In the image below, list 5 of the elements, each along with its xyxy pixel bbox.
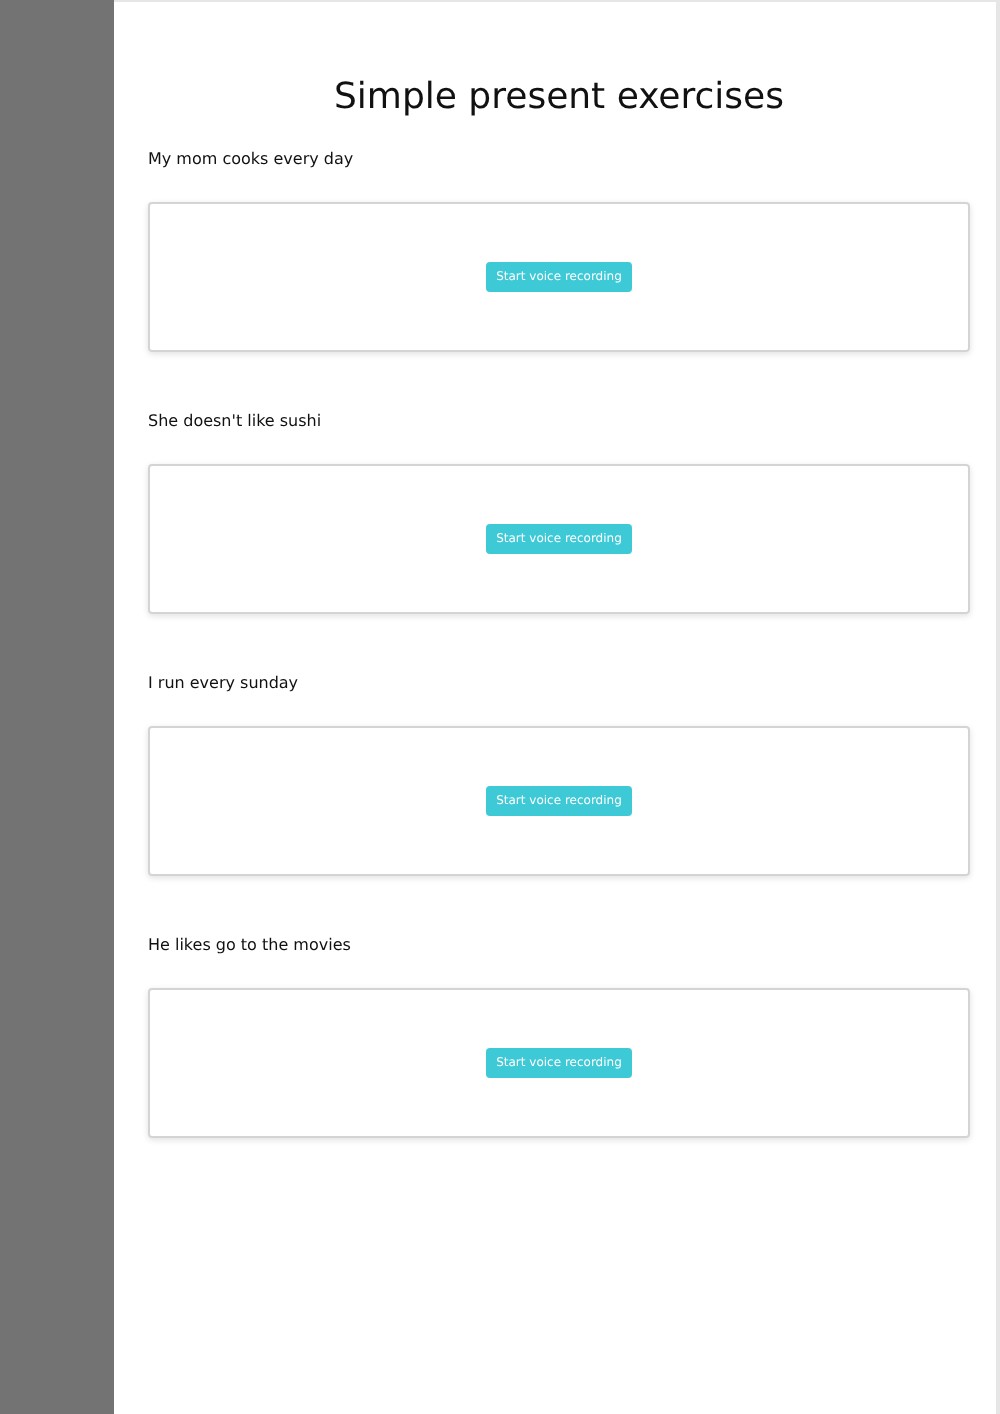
exercise-prompt: My mom cooks every day — [148, 148, 356, 172]
exercise-prompt: She doesn't like sushi — [148, 410, 324, 434]
worksheet-title: Simple present exercises — [332, 74, 786, 122]
exercise-prompt: He likes go to the movies — [148, 934, 353, 958]
exercise-prompt: I run every sunday — [148, 672, 301, 696]
